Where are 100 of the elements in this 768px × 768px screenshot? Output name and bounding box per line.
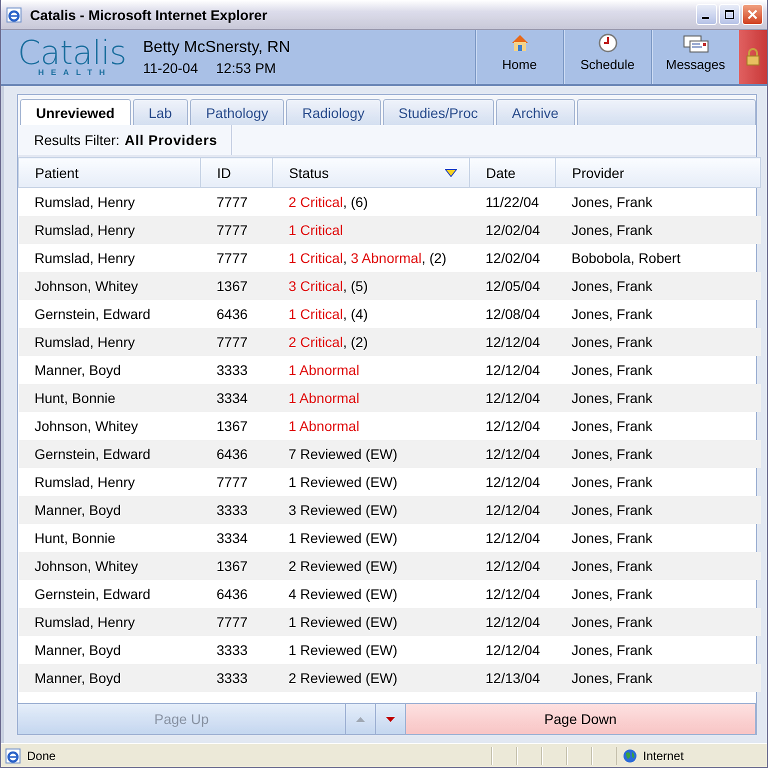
table-cell: 6436 — [200, 440, 272, 468]
table-cell: Jones, Frank — [556, 188, 760, 216]
zone-text: Internet — [643, 748, 684, 762]
table-cell: 7777 — [200, 244, 272, 272]
time-text: 12:53 PM — [216, 60, 276, 76]
table-cell: 4 Reviewed (EW) — [272, 580, 470, 608]
table-cell: Jones, Frank — [556, 412, 760, 440]
table-cell: 1 Reviewed (EW) — [272, 468, 470, 496]
column-header[interactable]: Status — [272, 158, 470, 188]
tab[interactable]: Lab — [132, 99, 188, 125]
table-cell: 3333 — [200, 356, 272, 384]
table-cell: 12/12/04 — [470, 384, 556, 412]
table-cell: 1367 — [200, 412, 272, 440]
table-cell: Gernstein, Edward — [18, 440, 200, 468]
table-cell: Jones, Frank — [556, 384, 760, 412]
status-text: Done — [27, 748, 57, 762]
table-cell: 3 Critical, (5) — [272, 272, 470, 300]
table-cell: Rumslad, Henry — [18, 328, 200, 356]
table-cell: 7777 — [200, 216, 272, 244]
table-cell: 1 Abnormal — [272, 412, 470, 440]
table-cell: Rumslad, Henry — [18, 468, 200, 496]
table-cell: 12/12/04 — [470, 580, 556, 608]
tab[interactable]: Radiology — [286, 99, 380, 125]
table-cell: 1367 — [200, 552, 272, 580]
column-header[interactable]: Date — [470, 158, 556, 188]
table-cell: Gernstein, Edward — [18, 300, 200, 328]
logo: Catalis HEALTH — [16, 32, 128, 78]
table-cell: Jones, Frank — [556, 608, 760, 636]
table-cell: 6436 — [200, 300, 272, 328]
table-cell: 12/02/04 — [470, 244, 556, 272]
table-cell: 12/12/04 — [470, 468, 556, 496]
table-cell: 7777 — [200, 328, 272, 356]
table-cell: Rumslad, Henry — [18, 216, 200, 244]
browser-icon — [6, 6, 22, 22]
table-cell: 7777 — [200, 608, 272, 636]
close-button[interactable] — [742, 4, 763, 25]
table-cell: Manner, Boyd — [18, 664, 200, 692]
table-cell: Jones, Frank — [556, 524, 760, 552]
table-cell: Jones, Frank — [556, 328, 760, 356]
tab[interactable]: Pathology — [190, 99, 284, 125]
table-cell: Johnson, Whitey — [18, 272, 200, 300]
table-cell: Rumslad, Henry — [18, 608, 200, 636]
table-cell: Jones, Frank — [556, 272, 760, 300]
table-cell: Rumslad, Henry — [18, 188, 200, 216]
up-triangle-icon — [355, 716, 366, 722]
table-cell: 3333 — [200, 664, 272, 692]
minimize-button[interactable] — [696, 4, 717, 25]
table-cell: 2 Critical, (6) — [272, 188, 470, 216]
table-cell: 1 Reviewed (EW) — [272, 524, 470, 552]
table-cell: Hunt, Bonnie — [18, 384, 200, 412]
table-cell: Jones, Frank — [556, 356, 760, 384]
table-cell: 1 Abnormal — [272, 384, 470, 412]
globe-icon — [623, 748, 637, 762]
sort-icon — [445, 169, 457, 177]
table-cell: Jones, Frank — [556, 216, 760, 244]
lock-icon — [746, 48, 760, 66]
table-cell: 3333 — [200, 636, 272, 664]
page-down-button[interactable]: Page Down — [406, 704, 756, 734]
lock-button[interactable] — [739, 30, 767, 84]
table-cell: Rumslad, Henry — [18, 244, 200, 272]
table-cell: 12/08/04 — [470, 300, 556, 328]
house-icon — [510, 33, 530, 53]
table-cell: Jones, Frank — [556, 440, 760, 468]
tab[interactable]: Unreviewed — [20, 99, 131, 125]
table-cell: 7777 — [200, 468, 272, 496]
table-cell: 12/05/04 — [470, 272, 556, 300]
table-cell: 12/12/04 — [470, 440, 556, 468]
tab[interactable]: Archive — [496, 99, 575, 125]
down-triangle-icon — [385, 716, 396, 722]
table-cell: 12/12/04 — [470, 552, 556, 580]
minimize-icon — [702, 17, 708, 19]
table-cell: 2 Critical, (2) — [272, 328, 470, 356]
table-cell: Jones, Frank — [556, 496, 760, 524]
table-cell: Manner, Boyd — [18, 636, 200, 664]
maximize-button[interactable] — [719, 4, 740, 25]
column-header[interactable]: ID — [200, 158, 272, 188]
tab[interactable]: Studies/Proc — [382, 99, 494, 125]
table-cell: 1 Abnormal — [272, 356, 470, 384]
table-cell: 1 Critical, (4) — [272, 300, 470, 328]
table-cell: 1367 — [200, 272, 272, 300]
table-cell: Jones, Frank — [556, 636, 760, 664]
table-cell: Bobobola, Robert — [556, 244, 760, 272]
scroll-down-button[interactable] — [376, 704, 406, 734]
table-cell: 3333 — [200, 496, 272, 524]
column-header[interactable]: Patient — [18, 158, 200, 188]
table-cell: Jones, Frank — [556, 468, 760, 496]
clock-icon — [598, 33, 618, 53]
table-cell: Manner, Boyd — [18, 496, 200, 524]
window-title: Catalis - Microsoft Internet Explorer — [30, 6, 268, 22]
user-name: Betty McSnersty, RN — [143, 38, 292, 56]
maximize-icon — [724, 9, 735, 20]
table-cell: Johnson, Whitey — [18, 552, 200, 580]
table-cell: Jones, Frank — [556, 552, 760, 580]
table-cell: Johnson, Whitey — [18, 412, 200, 440]
table-cell: Jones, Frank — [556, 300, 760, 328]
table-cell: 3 Reviewed (EW) — [272, 496, 470, 524]
column-header[interactable]: Provider — [556, 158, 760, 188]
table-cell: 12/12/04 — [470, 356, 556, 384]
table-cell: 1 Reviewed (EW) — [272, 608, 470, 636]
table-cell: 7777 — [200, 188, 272, 216]
